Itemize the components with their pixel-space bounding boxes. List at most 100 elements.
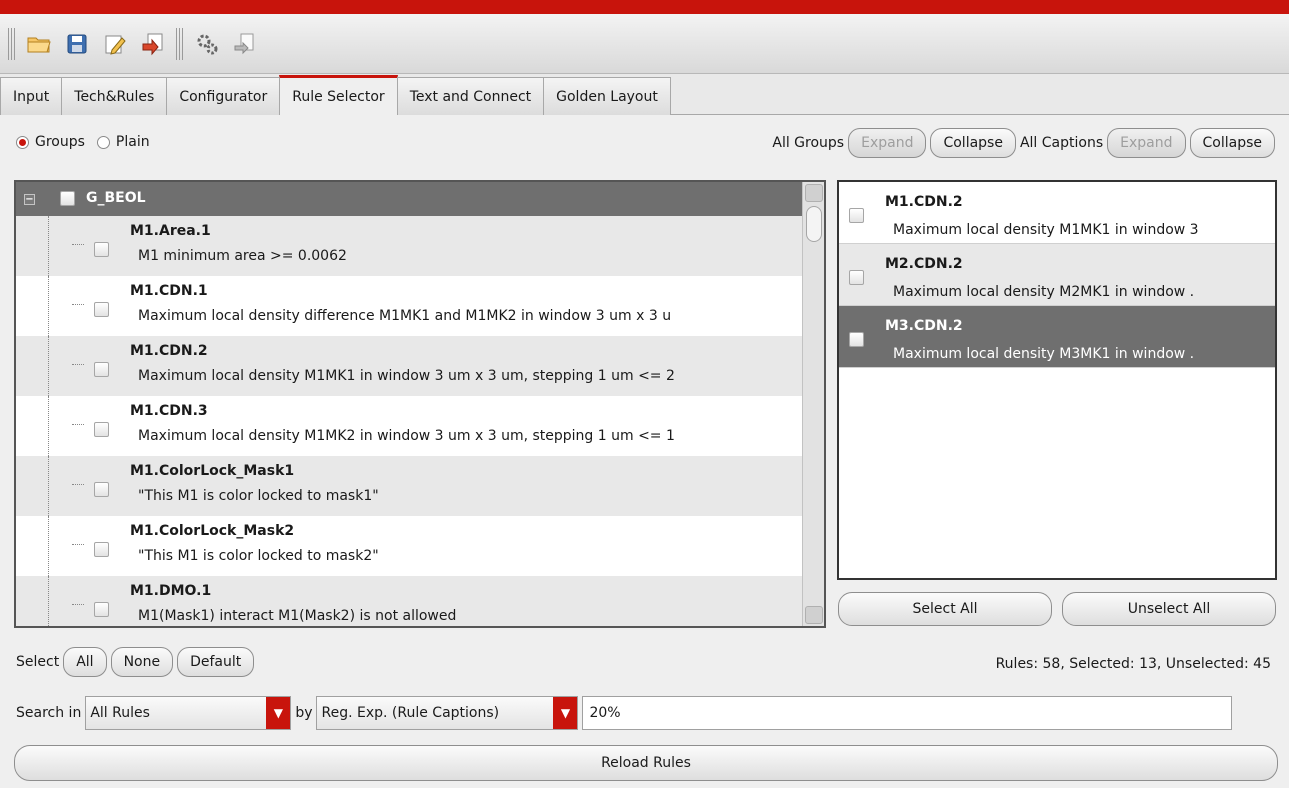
rule-row[interactable]: M1.CDN.3 Maximum local density M1MK2 in …	[16, 396, 802, 456]
rule-caption: Maximum local density M1MK1 in window 3 …	[138, 368, 675, 384]
rule-caption: M1(Mask1) interact M1(Mask2) is not allo…	[138, 608, 457, 624]
toolbar	[0, 14, 1289, 74]
tree-branch	[72, 484, 84, 485]
unselect-all-button[interactable]: Unselect All	[1062, 592, 1276, 626]
rule-name: M1.ColorLock_Mask2	[130, 523, 295, 539]
tab-rule-selector[interactable]: Rule Selector	[279, 75, 398, 115]
collapse-toggle-icon[interactable]: −	[24, 194, 35, 205]
toolbar-grip-2[interactable]	[176, 27, 184, 60]
scroll-up-arrow-icon[interactable]	[805, 184, 823, 202]
selected-rule-checkbox[interactable]	[849, 208, 864, 223]
select-none-button[interactable]: None	[110, 647, 174, 677]
tree-branch	[72, 244, 84, 245]
tree-line	[48, 456, 49, 516]
rule-caption: "This M1 is color locked to mask1"	[138, 488, 379, 504]
captions-expand-button[interactable]: Expand	[1107, 128, 1186, 158]
title-accent-bar	[0, 0, 1289, 14]
rule-row[interactable]: M1.CDN.1 Maximum local density differenc…	[16, 276, 802, 336]
search-query-text: 20%	[589, 705, 621, 721]
save-icon[interactable]	[60, 27, 94, 61]
search-input[interactable]: 20%	[582, 696, 1233, 730]
selected-rule-item[interactable]: M3.CDN.2 Maximum local density M3MK1 in …	[839, 306, 1275, 368]
select-label: Select	[16, 654, 60, 670]
transfer-icon[interactable]	[228, 27, 262, 61]
groups-expand-button[interactable]: Expand	[848, 128, 927, 158]
search-method-value: Reg. Exp. (Rule Captions)	[321, 705, 500, 721]
edit-icon[interactable]	[98, 27, 132, 61]
tab-golden-layout[interactable]: Golden Layout	[543, 77, 671, 115]
tree-line	[48, 336, 49, 396]
tab-text-and-connect[interactable]: Text and Connect	[396, 77, 545, 115]
tree-line	[48, 516, 49, 576]
selection-buttons: Select All Unselect All	[838, 592, 1278, 626]
rule-checkbox[interactable]	[94, 602, 109, 617]
rule-counts: Rules: 58, Selected: 13, Unselected: 45	[995, 656, 1271, 672]
scroll-thumb[interactable]	[806, 206, 822, 242]
tab-tech-rules[interactable]: Tech&Rules	[61, 77, 168, 115]
by-label: by	[295, 705, 313, 721]
rule-checkbox[interactable]	[94, 542, 109, 557]
tree-branch	[72, 424, 84, 425]
tree-branch	[72, 544, 84, 545]
group-checkbox[interactable]	[60, 191, 75, 206]
select-default-button[interactable]: Default	[177, 647, 255, 677]
rule-tree-list: − G_BEOL M1.Area.1 M1 minimum area >= 0.…	[16, 182, 802, 626]
search-scope-dropdown[interactable]: All Rules ▼	[85, 696, 292, 730]
rule-checkbox[interactable]	[94, 302, 109, 317]
rule-tree-panel: − G_BEOL M1.Area.1 M1 minimum area >= 0.…	[14, 180, 826, 628]
reload-rules-button[interactable]: Reload Rules	[14, 745, 1278, 781]
groups-radio-label: Groups	[35, 134, 85, 150]
rule-checkbox[interactable]	[94, 482, 109, 497]
tab-configurator[interactable]: Configurator	[166, 77, 281, 115]
selected-rule-checkbox[interactable]	[849, 332, 864, 347]
all-groups-label: All Groups	[772, 135, 845, 151]
group-name: G_BEOL	[86, 190, 146, 206]
rule-row[interactable]: M1.Area.1 M1 minimum area >= 0.0062	[16, 216, 802, 276]
rule-name: M1.CDN.2	[130, 343, 208, 359]
selected-rule-name: M1.CDN.2	[885, 194, 963, 210]
rule-row[interactable]: M1.ColorLock_Mask1 "This M1 is color loc…	[16, 456, 802, 516]
rule-checkbox[interactable]	[94, 362, 109, 377]
tree-line	[48, 276, 49, 336]
rule-name: M1.CDN.1	[130, 283, 208, 299]
groups-collapse-button[interactable]: Collapse	[930, 128, 1016, 158]
tree-line	[48, 396, 49, 456]
rule-name: M1.DMO.1	[130, 583, 212, 599]
rule-row[interactable]: M1.ColorLock_Mask2 "This M1 is color loc…	[16, 516, 802, 576]
selected-rule-caption: Maximum local density M1MK1 in window 3	[893, 222, 1199, 238]
all-captions-label: All Captions	[1019, 135, 1104, 151]
vertical-scrollbar[interactable]	[802, 182, 824, 626]
rule-name: M1.ColorLock_Mask1	[130, 463, 295, 479]
captions-collapse-button[interactable]: Collapse	[1189, 128, 1275, 158]
export-icon[interactable]	[136, 27, 170, 61]
tree-branch	[72, 304, 84, 305]
rule-row[interactable]: M1.CDN.2 Maximum local density M1MK1 in …	[16, 336, 802, 396]
rule-checkbox[interactable]	[94, 422, 109, 437]
search-method-dropdown[interactable]: Reg. Exp. (Rule Captions) ▼	[316, 696, 579, 730]
search-scope-value: All Rules	[90, 705, 150, 721]
plain-radio[interactable]	[96, 135, 110, 149]
selected-rule-item[interactable]: M1.CDN.2 Maximum local density M1MK1 in …	[839, 182, 1275, 244]
search-row: Search in All Rules ▼ by Reg. Exp. (Rule…	[16, 696, 1233, 730]
select-all-button[interactable]: Select All	[838, 592, 1052, 626]
tree-branch	[72, 364, 84, 365]
selected-rule-checkbox[interactable]	[849, 270, 864, 285]
rule-name: M1.Area.1	[130, 223, 211, 239]
view-mode-radios: Groups Plain	[16, 134, 150, 150]
scroll-down-arrow-icon[interactable]	[805, 606, 823, 624]
chevron-down-icon[interactable]: ▼	[553, 697, 578, 729]
select-all-rules-button[interactable]: All	[63, 647, 107, 677]
rule-name: M1.CDN.3	[130, 403, 208, 419]
toolbar-grip[interactable]	[8, 27, 16, 60]
rule-checkbox[interactable]	[94, 242, 109, 257]
chevron-down-icon[interactable]: ▼	[266, 697, 291, 729]
settings-gears-icon[interactable]	[190, 27, 224, 61]
selected-rule-item[interactable]: M2.CDN.2 Maximum local density M2MK1 in …	[839, 244, 1275, 306]
groups-radio[interactable]	[16, 135, 29, 149]
tab-input[interactable]: Input	[0, 77, 63, 115]
selected-rule-caption: Maximum local density M3MK1 in window .	[893, 346, 1195, 362]
tab-bar: Input Tech&Rules Configurator Rule Selec…	[0, 75, 671, 115]
rule-row[interactable]: M1.DMO.1 M1(Mask1) interact M1(Mask2) is…	[16, 576, 802, 626]
open-folder-icon[interactable]	[22, 27, 56, 61]
group-row[interactable]: − G_BEOL	[16, 182, 802, 216]
